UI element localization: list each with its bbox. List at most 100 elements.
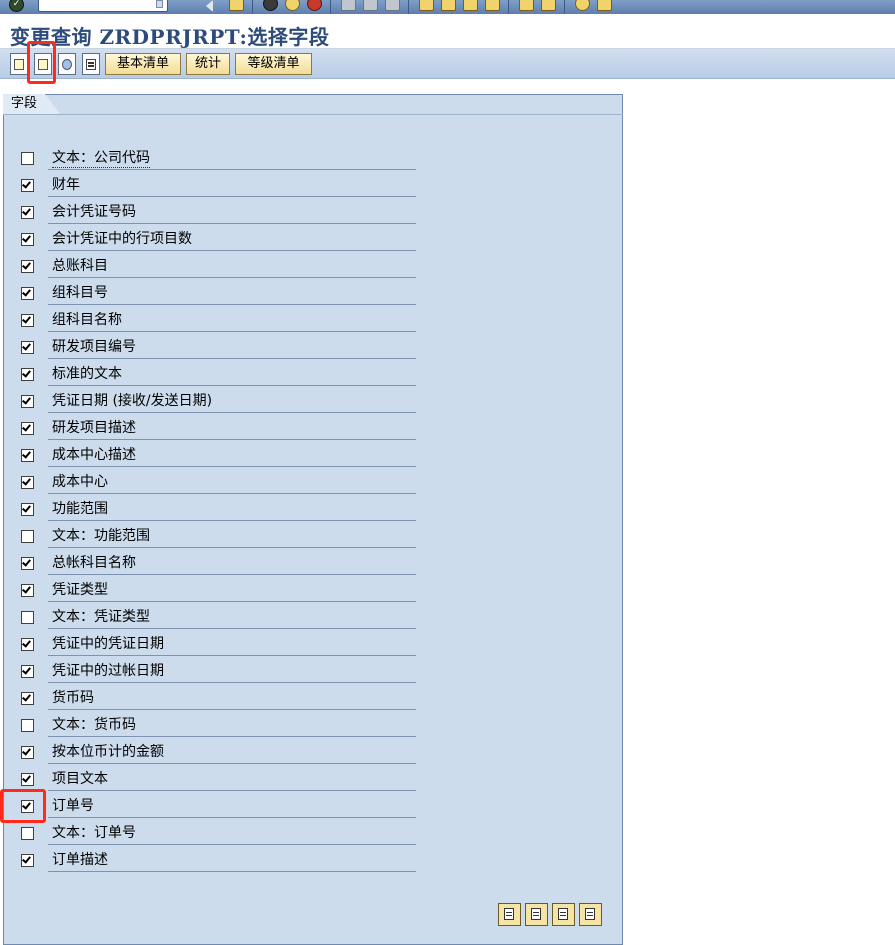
field-checkbox[interactable] xyxy=(21,854,34,867)
page-title: 变更查询 ZRDPRJRPT:选择字段 xyxy=(10,25,330,49)
layout-menu-icon[interactable] xyxy=(597,0,612,11)
checkmark-icon xyxy=(22,341,31,351)
command-field[interactable] xyxy=(38,0,168,12)
field-checkbox[interactable] xyxy=(21,179,34,192)
field-checkbox[interactable] xyxy=(21,638,34,651)
last-page-icon[interactable] xyxy=(485,0,500,11)
field-label: 标准的文本 xyxy=(52,366,122,382)
statistics-button[interactable]: 统计 xyxy=(186,53,230,75)
field-checkbox[interactable] xyxy=(21,800,34,813)
field-label: 按本位币计的金额 xyxy=(52,744,164,760)
field-checkbox[interactable] xyxy=(21,665,34,678)
display-options-icon[interactable] xyxy=(82,53,100,75)
back-icon[interactable] xyxy=(263,0,278,11)
save-icon[interactable] xyxy=(229,0,244,11)
cancel-icon[interactable] xyxy=(307,0,322,11)
new-session-icon[interactable] xyxy=(519,0,534,11)
back-arrow-icon[interactable] xyxy=(206,0,213,12)
row-separator xyxy=(48,655,416,656)
select-block-icon[interactable] xyxy=(552,903,575,926)
field-row: 组科目名称 xyxy=(16,306,417,333)
tab-fields[interactable]: 字段 xyxy=(3,94,623,115)
row-separator xyxy=(48,304,416,305)
field-checkbox[interactable] xyxy=(21,746,34,759)
field-checkbox[interactable] xyxy=(21,503,34,516)
help-icon[interactable] xyxy=(575,0,590,11)
row-separator xyxy=(48,169,416,170)
field-row: 按本位币计的金额 xyxy=(16,738,417,765)
previous-page-icon[interactable] xyxy=(441,0,456,11)
row-separator xyxy=(48,439,416,440)
field-checkbox[interactable] xyxy=(21,827,34,840)
find-next-icon[interactable] xyxy=(385,0,400,11)
field-label: 成本中心 xyxy=(52,474,108,490)
tab-edge xyxy=(45,94,61,115)
field-label: 凭证日期 (接收/发送日期) xyxy=(52,393,213,409)
checkmark-icon xyxy=(22,773,31,783)
next-page-icon[interactable] xyxy=(463,0,478,11)
field-label: 文本：凭证类型 xyxy=(52,609,150,625)
field-label: 文本：公司代码 xyxy=(52,150,150,168)
field-checkbox[interactable] xyxy=(21,314,34,327)
output-settings-icon[interactable] xyxy=(58,53,76,75)
checkmark-icon xyxy=(22,233,31,243)
deselect-block-icon[interactable] xyxy=(579,903,602,926)
field-checkbox[interactable] xyxy=(21,341,34,354)
checkmark-icon xyxy=(22,287,31,297)
row-separator xyxy=(48,844,416,845)
checkmark-icon xyxy=(22,422,31,432)
row-separator xyxy=(48,196,416,197)
field-row: 文本：公司代码 xyxy=(16,144,417,171)
print-icon[interactable] xyxy=(341,0,356,11)
field-row: 凭证类型 xyxy=(16,576,417,603)
field-checkbox[interactable] xyxy=(21,719,34,732)
field-label: 订单描述 xyxy=(52,852,108,868)
field-checkbox[interactable] xyxy=(21,476,34,489)
row-separator xyxy=(48,223,416,224)
field-checkbox[interactable] xyxy=(21,152,34,165)
field-checkbox[interactable] xyxy=(21,773,34,786)
field-checkbox[interactable] xyxy=(21,449,34,462)
deselect-all-icon[interactable] xyxy=(525,903,548,926)
change-layout-icon[interactable] xyxy=(10,53,28,75)
field-checkbox[interactable] xyxy=(21,584,34,597)
field-checkbox[interactable] xyxy=(21,557,34,570)
system-toolbar: ✓ xyxy=(0,0,895,14)
first-page-icon[interactable] xyxy=(419,0,434,11)
checkmark-icon xyxy=(22,260,31,270)
field-row: 文本：订单号 xyxy=(16,819,417,846)
checkmark-icon xyxy=(22,503,31,513)
select-all-icon[interactable] xyxy=(498,903,521,926)
checkmark-icon xyxy=(22,557,31,567)
field-row: 订单号 xyxy=(16,792,417,819)
enter-icon[interactable]: ✓ xyxy=(9,0,24,12)
checkmark-icon xyxy=(22,206,31,216)
row-separator xyxy=(48,358,416,359)
field-checkbox[interactable] xyxy=(21,611,34,624)
save-layout-icon[interactable] xyxy=(34,53,52,75)
checkmark-icon xyxy=(22,476,31,486)
field-label: 货币码 xyxy=(52,690,94,706)
exit-icon[interactable] xyxy=(285,0,300,11)
row-separator xyxy=(48,520,416,521)
field-label: 成本中心描述 xyxy=(52,447,136,463)
field-checkbox[interactable] xyxy=(21,395,34,408)
field-row: 凭证日期 (接收/发送日期) xyxy=(16,387,417,414)
field-label: 财年 xyxy=(52,177,80,193)
basic-list-button[interactable]: 基本清单 xyxy=(105,53,181,75)
shortcut-icon[interactable] xyxy=(541,0,556,11)
field-checkbox[interactable] xyxy=(21,233,34,246)
history-icon[interactable] xyxy=(156,0,163,8)
field-checkbox[interactable] xyxy=(21,260,34,273)
field-checkbox[interactable] xyxy=(21,206,34,219)
find-icon[interactable] xyxy=(363,0,378,11)
field-checkbox[interactable] xyxy=(21,692,34,705)
row-separator xyxy=(48,817,416,818)
checkmark-icon xyxy=(22,692,31,702)
field-checkbox[interactable] xyxy=(21,368,34,381)
field-checkbox[interactable] xyxy=(21,530,34,543)
ranked-list-button[interactable]: 等级清单 xyxy=(235,53,312,75)
field-checkbox[interactable] xyxy=(21,287,34,300)
checkmark-icon xyxy=(22,638,31,648)
field-checkbox[interactable] xyxy=(21,422,34,435)
